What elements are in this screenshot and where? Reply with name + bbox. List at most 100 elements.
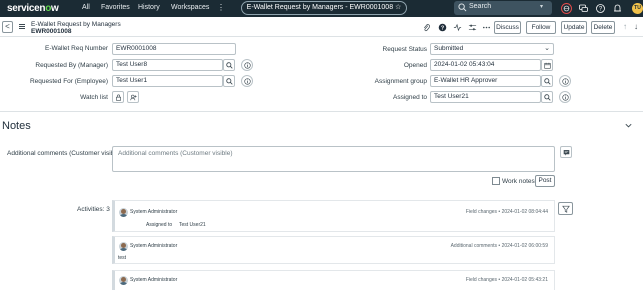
nav-more-icon[interactable]: ⋮ (217, 3, 225, 12)
discuss-button[interactable]: Discuss (494, 21, 521, 34)
assignment-group-lookup-button[interactable] (541, 75, 553, 87)
record-title-pill[interactable]: E-Wallet Request by Managers - EWR000100… (241, 1, 407, 15)
global-search[interactable]: Search ▾ (454, 1, 552, 15)
activity-icon[interactable] (453, 23, 462, 32)
additional-comments-label: Additional comments (Customer visible) (7, 150, 122, 157)
requested-for-field[interactable]: Test User1 (112, 75, 223, 87)
search-dropdown-icon[interactable]: ▾ (540, 3, 543, 10)
assigned-to-info-button[interactable] (559, 91, 571, 103)
svg-text:?: ? (599, 7, 603, 13)
avatar (119, 208, 128, 217)
avatar (119, 242, 128, 251)
star-icon[interactable]: ☆ (395, 4, 401, 11)
watch-list-lock-button[interactable] (112, 91, 124, 103)
help-circle-icon[interactable]: ? (438, 23, 447, 32)
logo-text-a: servicen (7, 3, 46, 14)
record-title-text: E-Wallet Request by Managers - EWR000100… (246, 4, 394, 11)
assigned-to-field[interactable]: Test User21 (430, 91, 541, 103)
assignment-group-label: Assignment group (374, 78, 427, 85)
activity-field-value: Test User21 (179, 222, 206, 228)
next-record-icon[interactable]: ↓ (634, 22, 638, 31)
assignment-group-field[interactable]: E-Wallet HR Approver (430, 75, 541, 87)
nav-item-workspaces[interactable]: Workspaces (171, 4, 209, 11)
requested-by-lookup-button[interactable] (223, 59, 235, 71)
sliders-icon[interactable] (468, 23, 477, 32)
info-icon (244, 78, 251, 85)
delete-button[interactable]: Delete (591, 21, 615, 34)
activity-kind: Additional comments (450, 243, 498, 249)
previous-record-icon[interactable]: ↑ (623, 22, 627, 31)
requested-for-lookup-button[interactable] (223, 75, 235, 87)
activity-card: System Administrator Field changes • 202… (112, 270, 555, 290)
requested-by-field[interactable]: Test User8 (112, 59, 223, 71)
info-icon (562, 78, 569, 85)
activity-author: System Administrator (130, 209, 178, 215)
work-notes-label: Work notes (502, 178, 535, 185)
opened-calendar-button[interactable] (541, 59, 553, 71)
search-icon (544, 94, 551, 101)
assignment-group-info-button[interactable] (559, 75, 571, 87)
req-number-field[interactable]: EWR0001008 (112, 43, 236, 55)
update-button[interactable]: Update (561, 21, 587, 34)
request-status-select[interactable]: Submitted ⌄ (430, 43, 554, 55)
filter-icon (562, 205, 570, 213)
opened-field[interactable]: 2024-01-02 05:43:04 (430, 59, 541, 71)
more-icon[interactable] (482, 23, 491, 32)
search-label: Search (469, 3, 492, 10)
requested-by-info-button[interactable] (241, 59, 253, 71)
add-me-icon (130, 94, 137, 101)
watch-list-label: Watch list (80, 94, 108, 101)
work-notes-checkbox[interactable] (492, 177, 500, 185)
assigned-to-lookup-button[interactable] (541, 91, 553, 103)
search-icon (544, 78, 551, 85)
activity-author: System Administrator (130, 277, 178, 283)
activity-comment-text: test (118, 255, 127, 261)
opened-label: Opened (403, 62, 427, 69)
activity-kind: Field changes (465, 209, 498, 215)
nav-item-history[interactable]: History (138, 4, 160, 11)
activity-filter-button[interactable] (558, 202, 573, 215)
activity-separator: • (498, 243, 501, 249)
follow-button[interactable]: Follow (526, 21, 556, 34)
post-button[interactable]: Post (535, 175, 555, 187)
attachment-icon[interactable] (422, 23, 431, 32)
record-type-title: E-Wallet Request by Managers (31, 21, 121, 28)
chat-icon[interactable] (578, 3, 589, 14)
context-menu-icon[interactable] (19, 24, 25, 29)
search-icon (226, 78, 233, 85)
calendar-icon (544, 62, 551, 69)
comment-icon (563, 150, 570, 156)
info-icon (562, 94, 569, 101)
request-status-label: Request Status (382, 46, 427, 53)
section-divider (0, 111, 643, 112)
activity-card: System Administrator Field changes • 202… (112, 200, 555, 232)
bell-icon[interactable] (612, 3, 623, 14)
servicenow-logo[interactable]: servicenow (7, 3, 59, 14)
activity-meta: Field changes • 2024-01-02 05:43:21 (466, 277, 548, 283)
requested-for-info-button[interactable] (241, 75, 253, 87)
back-button[interactable]: < (2, 21, 13, 33)
activities-count-label: Activities: 3 (77, 206, 110, 213)
activity-timestamp: 2024-01-02 05:43:21 (501, 277, 548, 283)
search-icon (226, 62, 233, 69)
nav-item-favorites[interactable]: Favorites (101, 4, 130, 11)
form-header: < E-Wallet Request by Managers EWR000100… (0, 18, 643, 37)
watch-list-add-me-button[interactable] (127, 91, 139, 103)
search-icon (458, 3, 467, 12)
record-number-title: EWR0001008 (31, 28, 72, 35)
chevron-down-icon[interactable] (624, 121, 633, 130)
help-icon[interactable]: ? (595, 3, 606, 14)
comment-format-button[interactable] (560, 146, 572, 158)
activity-kind: Field changes (465, 277, 498, 283)
globe-icon[interactable] (561, 3, 572, 14)
activity-author: System Administrator (130, 243, 178, 249)
user-avatar[interactable]: TU (632, 3, 643, 14)
top-navigation-bar: servicenow All Favorites History Workspa… (0, 0, 643, 17)
additional-comments-placeholder: Additional comments (Customer visible) (118, 150, 233, 157)
lock-icon (116, 94, 121, 101)
activity-separator: • (498, 209, 501, 215)
activity-timestamp: 2024-01-02 06:00:59 (501, 243, 548, 249)
additional-comments-textarea[interactable]: Additional comments (Customer visible) (112, 146, 555, 172)
nav-item-all[interactable]: All (82, 4, 90, 11)
avatar (119, 276, 128, 285)
